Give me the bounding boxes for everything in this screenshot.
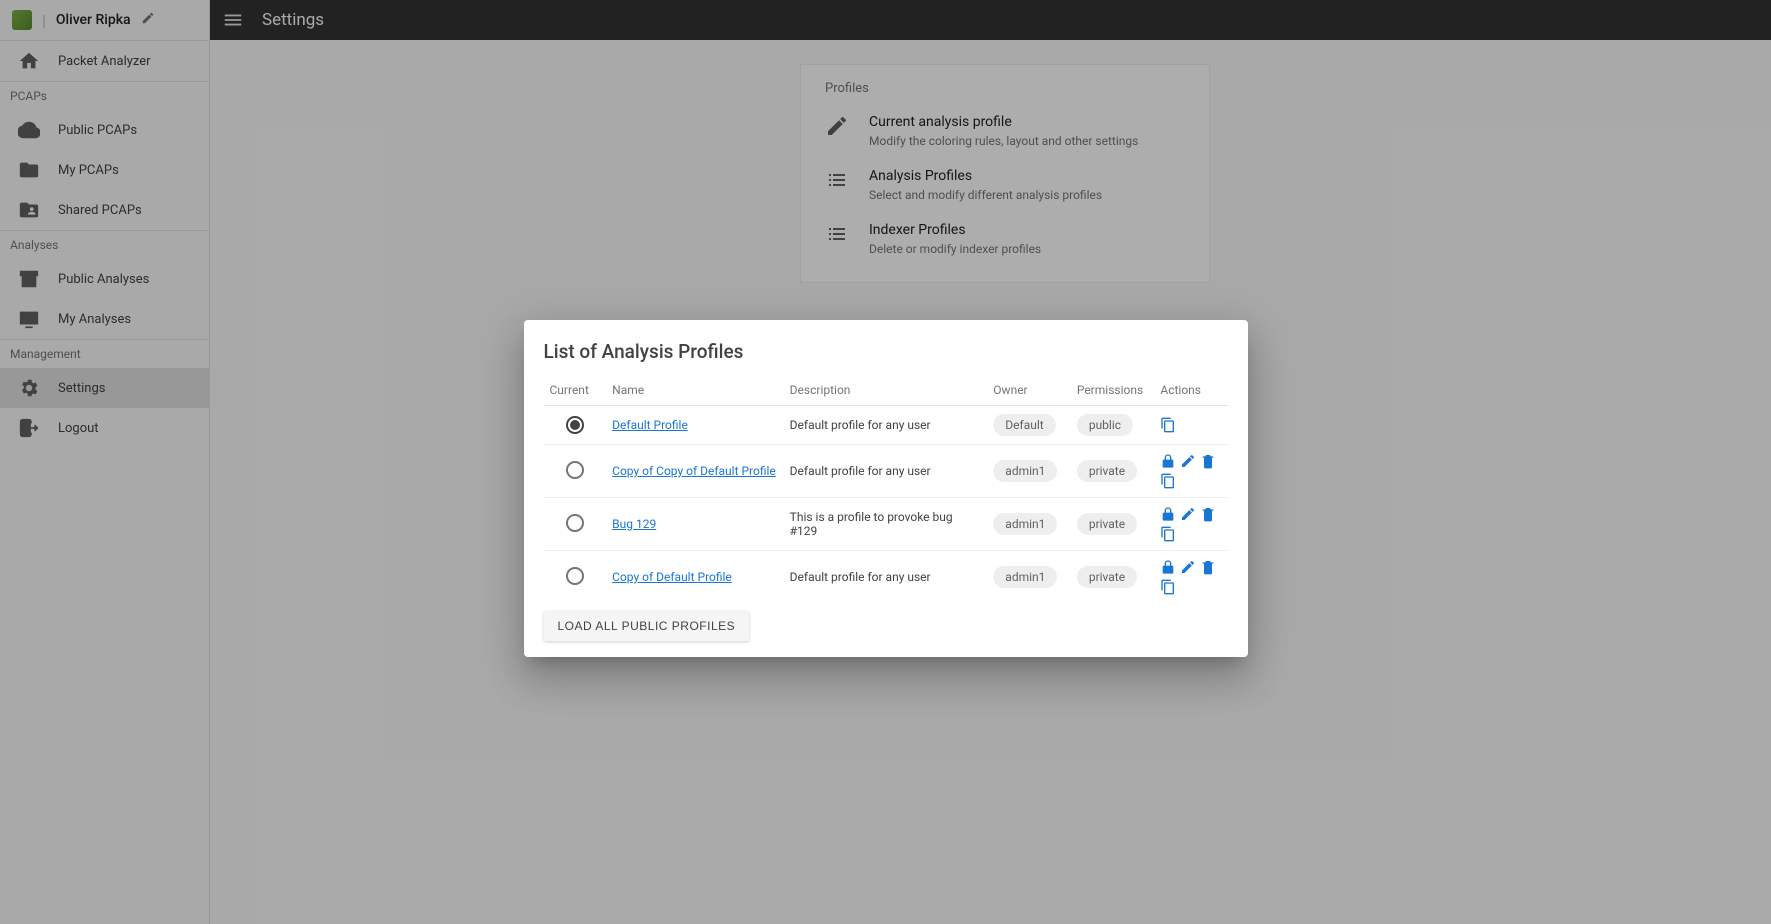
permission-chip: private [1077,460,1137,482]
copy-icon[interactable] [1160,473,1176,489]
profile-name-link[interactable]: Default Profile [612,418,688,432]
owner-chip: Default [993,414,1055,436]
delete-icon[interactable] [1200,453,1216,469]
lock-icon[interactable] [1160,453,1176,469]
col-header-current: Current [544,375,607,406]
dialog-title: List of Analysis Profiles [544,340,1228,363]
load-public-profiles-button[interactable]: LOAD ALL PUBLIC PROFILES [544,611,750,641]
profiles-table: Current Name Description Owner Permissio… [544,375,1228,603]
profile-name-link[interactable]: Copy of Default Profile [612,570,732,584]
profile-name-link[interactable]: Copy of Copy of Default Profile [612,464,776,478]
owner-chip: admin1 [993,566,1057,588]
col-header-permissions: Permissions [1071,375,1155,406]
copy-icon[interactable] [1160,526,1176,542]
profile-description: Default profile for any user [784,406,988,445]
permission-chip: private [1077,513,1137,535]
modal-overlay[interactable]: List of Analysis Profiles Current Name D… [0,0,1771,924]
col-header-name: Name [606,375,784,406]
lock-icon[interactable] [1160,559,1176,575]
edit-icon[interactable] [1180,453,1196,469]
col-header-owner: Owner [987,375,1071,406]
profile-description: Default profile for any user [784,551,988,604]
current-radio[interactable] [566,461,584,479]
edit-icon[interactable] [1180,506,1196,522]
owner-chip: admin1 [993,460,1057,482]
profile-description: Default profile for any user [784,445,988,498]
col-header-description: Description [784,375,988,406]
copy-icon[interactable] [1160,417,1176,433]
delete-icon[interactable] [1200,506,1216,522]
table-row: Copy of Default Profile Default profile f… [544,551,1228,604]
permission-chip: private [1077,566,1137,588]
table-row: Bug 129 This is a profile to provoke bug … [544,498,1228,551]
profile-name-link[interactable]: Bug 129 [612,517,656,531]
permission-chip: public [1077,414,1133,436]
col-header-actions: Actions [1154,375,1227,406]
lock-icon[interactable] [1160,506,1176,522]
current-radio[interactable] [566,514,584,532]
table-row: Copy of Copy of Default Profile Default p… [544,445,1228,498]
copy-icon[interactable] [1160,579,1176,595]
analysis-profiles-dialog: List of Analysis Profiles Current Name D… [524,320,1248,657]
table-row: Default Profile Default profile for any u… [544,406,1228,445]
owner-chip: admin1 [993,513,1057,535]
current-radio[interactable] [566,416,584,434]
current-radio[interactable] [566,567,584,585]
delete-icon[interactable] [1200,559,1216,575]
edit-icon[interactable] [1180,559,1196,575]
profile-description: This is a profile to provoke bug #129 [784,498,988,551]
